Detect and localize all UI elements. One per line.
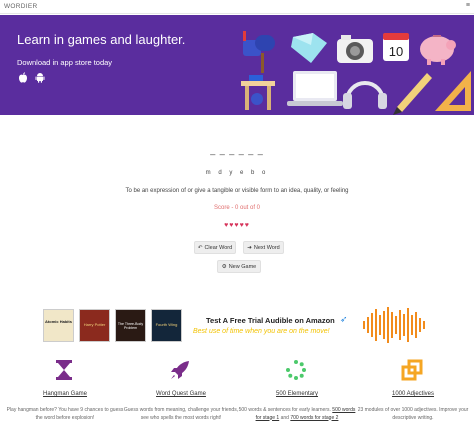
gear-icon: ⚙ [221,263,227,270]
hourglass-icon [56,360,72,380]
apple-icon[interactable] [18,72,28,83]
book-cover-fourth-wing: Fourth Wing [151,309,182,342]
camera-icon [337,35,373,63]
next-word-label: Next Word [253,244,280,251]
desk-icon [241,75,275,110]
500-elementary-link[interactable]: 500 Elementary [238,391,356,397]
clear-word-button[interactable]: ↶ Clear Word [194,241,236,254]
spinner-icon [286,360,306,380]
headphones-icon [343,81,387,109]
mailbox-icon [243,31,275,73]
book-cover-three-body: The Three-Body Problem [115,309,146,342]
1000-adjectives-link[interactable]: 1000 Adjectives [354,391,472,397]
cursor-pointer-icon: ➶ [340,314,348,324]
hero-illustration: 10 [241,31,471,115]
hangman-game-link[interactable]: Hangman Game [6,391,124,397]
svg-text:10: 10 [389,44,403,59]
rocket-icon [171,361,189,379]
scrambled-letters: m d y e b o [205,170,269,176]
store-icons [18,72,45,83]
android-icon[interactable] [35,72,45,83]
hero-subtitle: Download in app store today [17,58,113,67]
ad-subtitle: Best use of time when you are on the mov… [193,328,330,335]
1000-adjectives-description: 23 modules of over 1000 adjectives. Impr… [357,407,469,421]
word-quest-game-description: Guess words from meaning, challenge your… [123,407,239,421]
clear-word-label: Clear Word [204,244,233,251]
book-cover-atomic-habits: Atomic Habits [43,309,74,342]
top-nav-bar: WORDIER ≡ [0,0,474,14]
audio-wave-icon [363,307,425,343]
word-quest-game-link[interactable]: Word Quest Game [122,391,240,397]
audible-ad-banner[interactable]: Atomic Habits Harry Potter The Three-Bod… [43,306,433,344]
brand-logo[interactable]: WORDIER [4,3,38,10]
book-cover-harry-potter: Harry Potter [79,309,110,342]
next-word-button[interactable]: ➔ Next Word [243,241,284,254]
pencil-icon [393,73,432,115]
set-square-icon [435,71,471,111]
book-title: Atomic Habits [45,319,72,324]
500-elementary-description: 500 words & sentences for early learners… [238,407,356,422]
hero-title: Learn in games and laughter. [17,32,186,47]
copy-squares-icon [401,359,423,381]
book-title: Fourth Wing [155,322,178,327]
word-definition: To be an expression of or give a tangibl… [125,188,349,194]
laptop-icon [287,71,343,106]
word-blanks: _ _ _ _ _ _ [210,145,264,155]
hangman-game-description: Play hangman before? You have 9 chances … [6,407,124,421]
new-game-button[interactable]: ⚙ New Game [217,260,261,273]
hero-banner: Learn in games and laughter. Download in… [0,15,474,115]
book-title: Harry Potter [83,322,106,327]
word-game-panel: _ _ _ _ _ _ m d y e b o To be an express… [0,115,474,290]
diamond-icon [291,33,327,63]
piggy-bank-icon [420,35,456,65]
stage-2-link[interactable]: 700 words for stage 2 [290,415,338,421]
next-arrow-icon: ➔ [247,244,252,251]
calendar-icon: 10 [383,33,409,61]
lives-hearts: ♥♥♥♥♥ [224,222,250,229]
description-text: 500 words & sentences for early learners… [238,407,333,413]
hamburger-menu-icon[interactable]: ≡ [466,2,470,10]
undo-icon: ↶ [197,244,203,251]
description-text: and [279,414,291,421]
book-title: The Three-Body Problem [117,322,144,330]
ad-title: Test A Free Trial Audible on Amazon [206,316,335,325]
new-game-label: New Game [228,263,257,270]
score-text: Score - 0 out of 0 [213,205,261,211]
